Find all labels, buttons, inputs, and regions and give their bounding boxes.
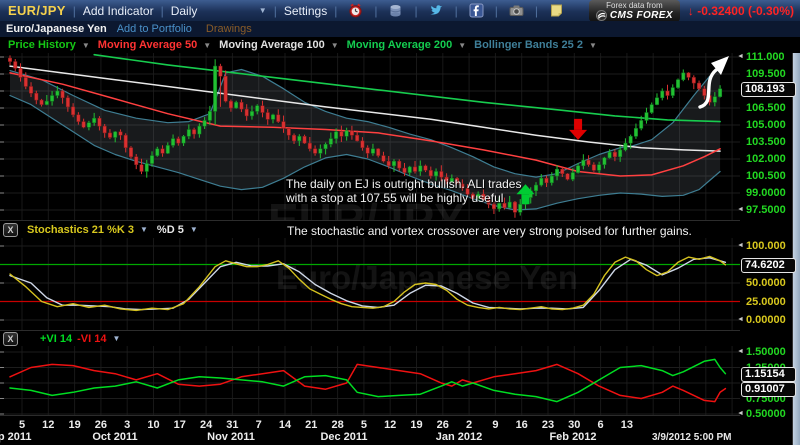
chevron-down-icon: ▼ bbox=[331, 41, 339, 50]
time-axis: 3/9/2012 5:00 PM 51219263101724317142128… bbox=[0, 416, 740, 445]
month-label: Jan 2012 bbox=[427, 431, 491, 443]
time-tick-label: 30 bbox=[563, 419, 585, 431]
time-tick-label: 7 bbox=[248, 419, 270, 431]
time-tick-label: 12 bbox=[37, 419, 59, 431]
last-update-timestamp: 3/9/2012 5:00 PM bbox=[652, 432, 732, 443]
chevron-down-icon: ▼ bbox=[458, 41, 466, 50]
indicator-ma100[interactable]: Moving Average 100▼ bbox=[219, 39, 338, 51]
time-tick-label: 23 bbox=[537, 419, 559, 431]
stochastics-annotation-text: The stochastic and vortex crossover are … bbox=[287, 224, 692, 238]
time-tick-label: 13 bbox=[616, 419, 638, 431]
time-tick-label: 5 bbox=[353, 419, 375, 431]
month-label: Feb 2012 bbox=[541, 431, 605, 443]
time-tick-label: 28 bbox=[327, 419, 349, 431]
time-tick-label: 21 bbox=[300, 419, 322, 431]
stochastics-d-label[interactable]: %D 5▼ bbox=[157, 224, 198, 236]
time-tick-label: 31 bbox=[221, 419, 243, 431]
sell-arrow-marker bbox=[569, 119, 587, 140]
indicator-legend-bar: Price History▼ Moving Average 50▼ Moving… bbox=[0, 37, 800, 53]
month-label: Nov 2011 bbox=[199, 431, 263, 443]
indicator-bollinger[interactable]: Bollinger Bands 25 2▼ bbox=[474, 39, 597, 51]
month-label: Dec 2011 bbox=[312, 431, 376, 443]
chevron-down-icon: ▼ bbox=[82, 41, 90, 50]
chevron-down-icon: ▼ bbox=[190, 225, 198, 234]
close-stochastics-button[interactable]: X bbox=[3, 223, 18, 237]
chevron-down-icon: ▼ bbox=[112, 334, 120, 343]
time-tick-label: 12 bbox=[379, 419, 401, 431]
chevron-down-icon: ▼ bbox=[203, 41, 211, 50]
indicator-ma200[interactable]: Moving Average 200▼ bbox=[347, 39, 466, 51]
time-tick-label: 26 bbox=[432, 419, 454, 431]
vi-minus-label[interactable]: -VI 14▼ bbox=[77, 333, 120, 345]
vortex-pane-header: X +VI 14 -VI 14▼ bbox=[0, 331, 740, 346]
time-tick-label: 19 bbox=[64, 419, 86, 431]
time-tick-label: 17 bbox=[169, 419, 191, 431]
chevron-down-icon: ▼ bbox=[140, 225, 148, 234]
time-tick-label: 5 bbox=[11, 419, 33, 431]
time-tick-label: 14 bbox=[274, 419, 296, 431]
time-tick-label: 6 bbox=[590, 419, 612, 431]
month-label: Oct 2011 bbox=[83, 431, 147, 443]
vi-plus-label[interactable]: +VI 14 bbox=[40, 333, 72, 345]
time-tick-label: 2 bbox=[458, 419, 480, 431]
time-tick-label: 24 bbox=[195, 419, 217, 431]
pane-separator[interactable] bbox=[0, 220, 740, 221]
time-tick-label: 26 bbox=[90, 419, 112, 431]
time-tick-label: 16 bbox=[511, 419, 533, 431]
time-tick-label: 9 bbox=[484, 419, 506, 431]
time-tick-label: 10 bbox=[143, 419, 165, 431]
chart-annotation-text: The daily on EJ is outright bullish. ALl… bbox=[286, 177, 521, 205]
stochastics-label[interactable]: Stochastics 21 %K 3▼ bbox=[27, 224, 148, 236]
time-tick-label: 3 bbox=[116, 419, 138, 431]
close-vortex-button[interactable]: X bbox=[3, 332, 18, 346]
month-label: Sep 2011 bbox=[0, 431, 40, 443]
indicator-ma50[interactable]: Moving Average 50▼ bbox=[98, 39, 211, 51]
time-tick-label: 19 bbox=[406, 419, 428, 431]
trading-app-window: EUR/JPYEuro/Japanese Yen EUR/JPY | Add I… bbox=[0, 0, 800, 445]
indicator-price-history[interactable]: Price History▼ bbox=[8, 39, 90, 51]
chevron-down-icon: ▼ bbox=[589, 41, 597, 50]
